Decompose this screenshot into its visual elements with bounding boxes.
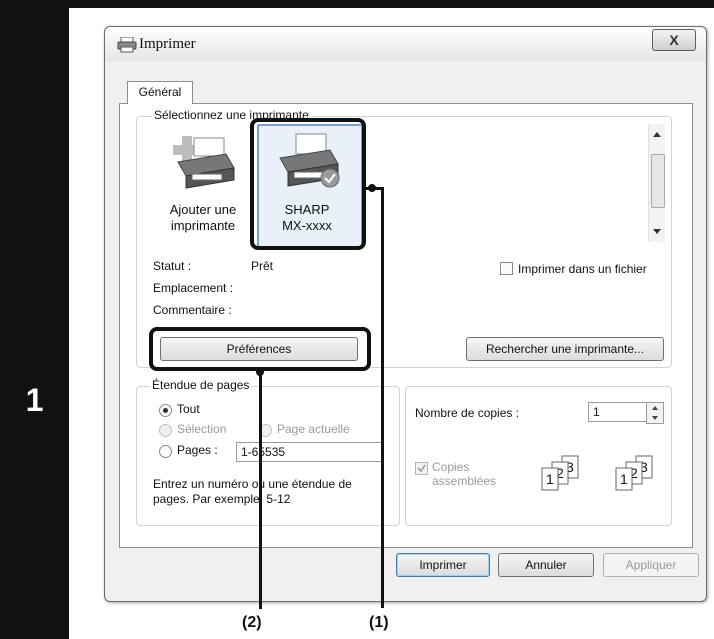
cancel-button[interactable]: Annuler (498, 553, 594, 577)
add-printer-item[interactable]: Ajouter une imprimante (158, 130, 248, 270)
printer-icon (117, 37, 137, 53)
comment-label: Commentaire : (153, 303, 232, 317)
callout-1-box (250, 118, 366, 250)
print-button[interactable]: Imprimer (396, 553, 490, 577)
apply-button[interactable]: Appliquer (603, 553, 699, 577)
scroll-up-icon[interactable] (652, 130, 662, 138)
copies-label: Nombre de copies : (415, 406, 520, 420)
callout-2-line-v (259, 369, 262, 609)
spin-down-icon[interactable] (651, 415, 659, 421)
radio-selection[interactable] (159, 424, 172, 437)
radio-pages[interactable] (159, 445, 172, 458)
radio-pages-label: Pages : (177, 443, 218, 457)
radio-selection-label: Sélection (177, 422, 227, 436)
print-to-file-checkbox[interactable] (500, 262, 513, 275)
status-value: Prêt (251, 259, 274, 273)
callout-1-label: (1) (369, 614, 389, 631)
collate-checkbox[interactable] (415, 462, 428, 475)
tab-general[interactable]: Général (127, 81, 193, 104)
add-printer-label-2: imprimante (170, 218, 236, 233)
collate-label-1: Copies (432, 460, 470, 474)
radio-all-label: Tout (177, 402, 200, 416)
step-bar (0, 0, 69, 639)
page-range-legend: Étendue de pages (150, 378, 252, 392)
callout-2-box (149, 327, 371, 371)
scrollbar-thumb[interactable] (651, 154, 665, 208)
radio-all[interactable] (159, 404, 172, 417)
scroll-down-icon[interactable] (652, 228, 662, 236)
close-icon: X (669, 32, 679, 48)
title-bar: Imprimer X (105, 27, 706, 61)
check-icon (417, 464, 426, 473)
location-label: Emplacement : (153, 281, 234, 295)
page-range-hint: Entrez un numéro ou une étendue de pages… (153, 477, 352, 506)
svg-text:1: 1 (620, 471, 628, 487)
copies-spinner[interactable] (646, 402, 664, 424)
find-printer-button[interactable]: Rechercher une imprimante... (466, 337, 664, 361)
copies-input[interactable]: 1 (588, 402, 652, 422)
top-rule (69, 0, 714, 8)
collate-label-2: assemblées (432, 474, 497, 488)
print-to-file-label: Imprimer dans un fichier (518, 262, 647, 276)
add-printer-label-1: Ajouter une (169, 202, 237, 217)
close-button[interactable]: X (652, 29, 696, 51)
radio-current-page-label: Page actuelle (277, 422, 350, 436)
spin-up-icon[interactable] (651, 405, 659, 411)
add-printer-icon (173, 136, 235, 189)
collate-illustration-icon: 3 2 1 3 2 1 (541, 455, 653, 491)
callout-1-line-v (381, 187, 384, 608)
step-number: 1 (25, 382, 44, 418)
printer-list-scrollbar[interactable] (648, 124, 665, 242)
status-label: Statut : (153, 259, 192, 273)
dialog-title: Imprimer (139, 36, 196, 52)
callout-2-label: (2) (242, 614, 262, 631)
pages-input[interactable]: 1-65535 (236, 442, 382, 462)
svg-text:1: 1 (546, 471, 554, 487)
